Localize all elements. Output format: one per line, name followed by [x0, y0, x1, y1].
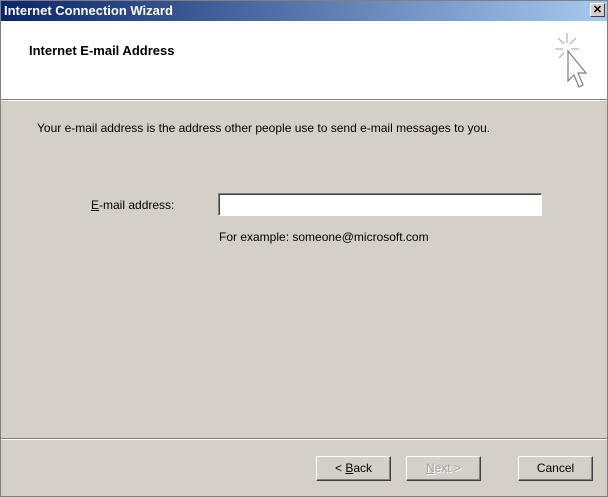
- email-address-input[interactable]: [218, 193, 542, 216]
- next-label: ext >: [434, 461, 462, 475]
- close-icon: ✕: [592, 4, 603, 16]
- back-label: ack: [353, 461, 373, 475]
- wizard-cursor-icon: [555, 33, 588, 88]
- cancel-button[interactable]: Cancel: [518, 456, 593, 481]
- description-text: Your e-mail address is the address other…: [37, 121, 491, 135]
- wizard-header: Internet E-mail Address: [1, 21, 607, 99]
- email-address-label: E-mail address:: [91, 198, 174, 212]
- wizard-window: Internet Connection Wizard ✕ Internet E-…: [0, 0, 608, 497]
- window-title: Internet Connection Wizard: [4, 3, 173, 18]
- back-prefix: <: [334, 461, 346, 475]
- example-text: For example: someone@microsoft.com: [219, 230, 429, 244]
- next-button[interactable]: Next >: [406, 456, 481, 481]
- email-label-accelerator: E: [91, 198, 100, 212]
- email-label-text: -mail address:: [99, 198, 175, 212]
- close-button[interactable]: ✕: [590, 3, 605, 17]
- header-divider: [1, 99, 607, 101]
- back-button[interactable]: < Back: [316, 456, 391, 481]
- page-heading: Internet E-mail Address: [29, 43, 175, 58]
- next-accelerator: N: [425, 461, 435, 475]
- title-bar[interactable]: Internet Connection Wizard ✕: [1, 1, 607, 21]
- footer-divider: [1, 438, 607, 440]
